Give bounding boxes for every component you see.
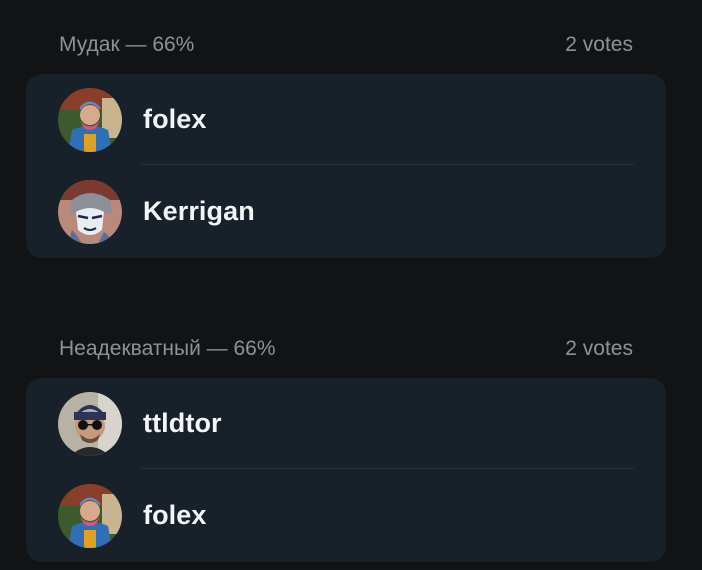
folex-avatar-icon[interactable] <box>58 88 122 152</box>
voter-row[interactable]: Kerrigan <box>26 166 666 258</box>
voters-card: ttldtor folex <box>26 378 666 562</box>
poll-results-page: Мудак — 66% 2 votes folex Kerrigan Неаде… <box>0 0 702 570</box>
option-header: Неадекватный — 66% 2 votes <box>59 334 633 364</box>
voter-name: folex <box>143 500 207 530</box>
votes-count: 2 votes <box>565 337 633 360</box>
row-divider <box>141 164 634 165</box>
option-label: Неадекватный — 66% <box>59 337 276 360</box>
folex-avatar-icon[interactable] <box>58 484 122 548</box>
votes-count: 2 votes <box>565 33 633 56</box>
voters-card: folex Kerrigan <box>26 74 666 258</box>
row-divider <box>141 468 634 469</box>
voter-name: Kerrigan <box>143 196 255 226</box>
ttldtor-avatar-icon[interactable] <box>58 392 122 456</box>
voter-row[interactable]: ttldtor <box>26 378 666 470</box>
option-header: Мудак — 66% 2 votes <box>59 30 633 60</box>
kerrigan-avatar-icon[interactable] <box>58 180 122 244</box>
voter-name: ttldtor <box>143 408 222 438</box>
option-label: Мудак — 66% <box>59 33 195 56</box>
voter-row[interactable]: folex <box>26 74 666 166</box>
voter-name: folex <box>143 104 207 134</box>
voter-row[interactable]: folex <box>26 470 666 562</box>
